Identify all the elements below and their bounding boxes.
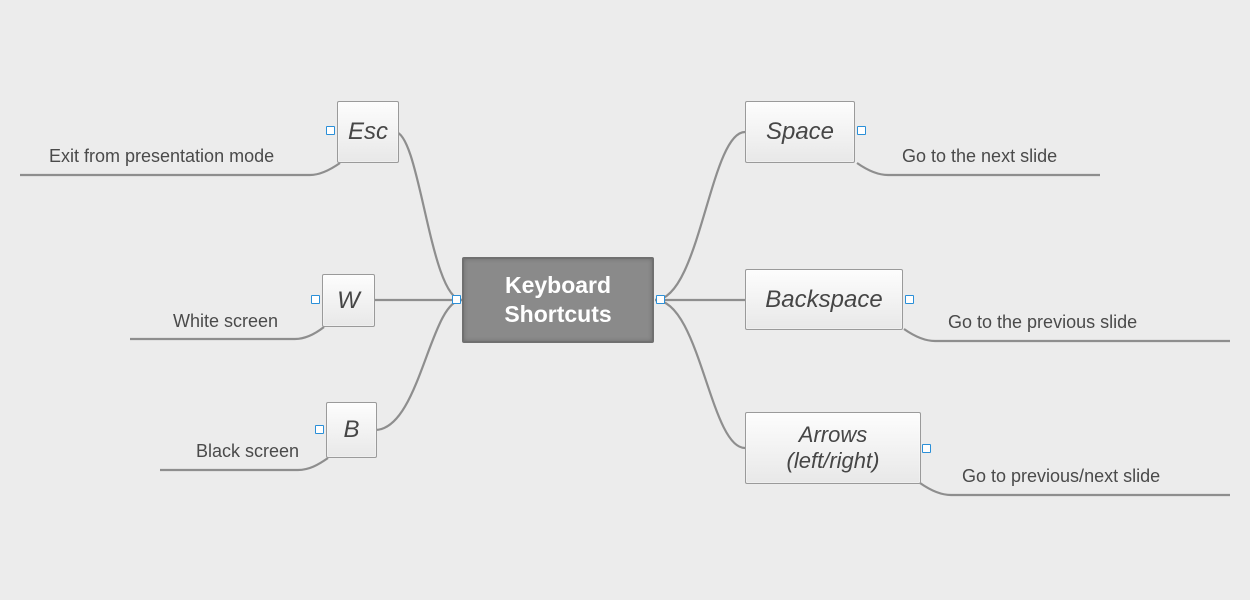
expand-handle-icon[interactable] — [326, 126, 335, 135]
label-b: Black screen — [196, 441, 299, 462]
node-space[interactable]: Space — [745, 101, 855, 163]
node-b-key: B — [343, 416, 359, 444]
node-esc-key: Esc — [348, 118, 388, 146]
expand-handle-icon[interactable] — [311, 295, 320, 304]
label-space: Go to the next slide — [902, 146, 1057, 167]
expand-handle-left-icon[interactable] — [452, 295, 461, 304]
node-esc[interactable]: Esc — [337, 101, 399, 163]
central-title: Keyboard Shortcuts — [464, 271, 652, 329]
node-backspace[interactable]: Backspace — [745, 269, 903, 330]
central-node[interactable]: Keyboard Shortcuts — [462, 257, 654, 343]
node-b[interactable]: B — [326, 402, 377, 458]
expand-handle-right-icon[interactable] — [656, 295, 665, 304]
node-w[interactable]: W — [322, 274, 375, 327]
node-backspace-key: Backspace — [765, 286, 882, 314]
label-esc: Exit from presentation mode — [49, 146, 274, 167]
expand-handle-icon[interactable] — [905, 295, 914, 304]
label-w: White screen — [173, 311, 278, 332]
label-arrows: Go to previous/next slide — [962, 466, 1160, 487]
label-backspace: Go to the previous slide — [948, 312, 1137, 333]
expand-handle-icon[interactable] — [857, 126, 866, 135]
expand-handle-icon[interactable] — [315, 425, 324, 434]
node-w-key: W — [337, 287, 360, 315]
mindmap-canvas: Keyboard Shortcuts Esc Exit from present… — [0, 0, 1250, 600]
node-arrows[interactable]: Arrows (left/right) — [745, 412, 921, 484]
expand-handle-icon[interactable] — [922, 444, 931, 453]
node-arrows-key: Arrows (left/right) — [754, 422, 912, 475]
node-space-key: Space — [766, 118, 834, 146]
